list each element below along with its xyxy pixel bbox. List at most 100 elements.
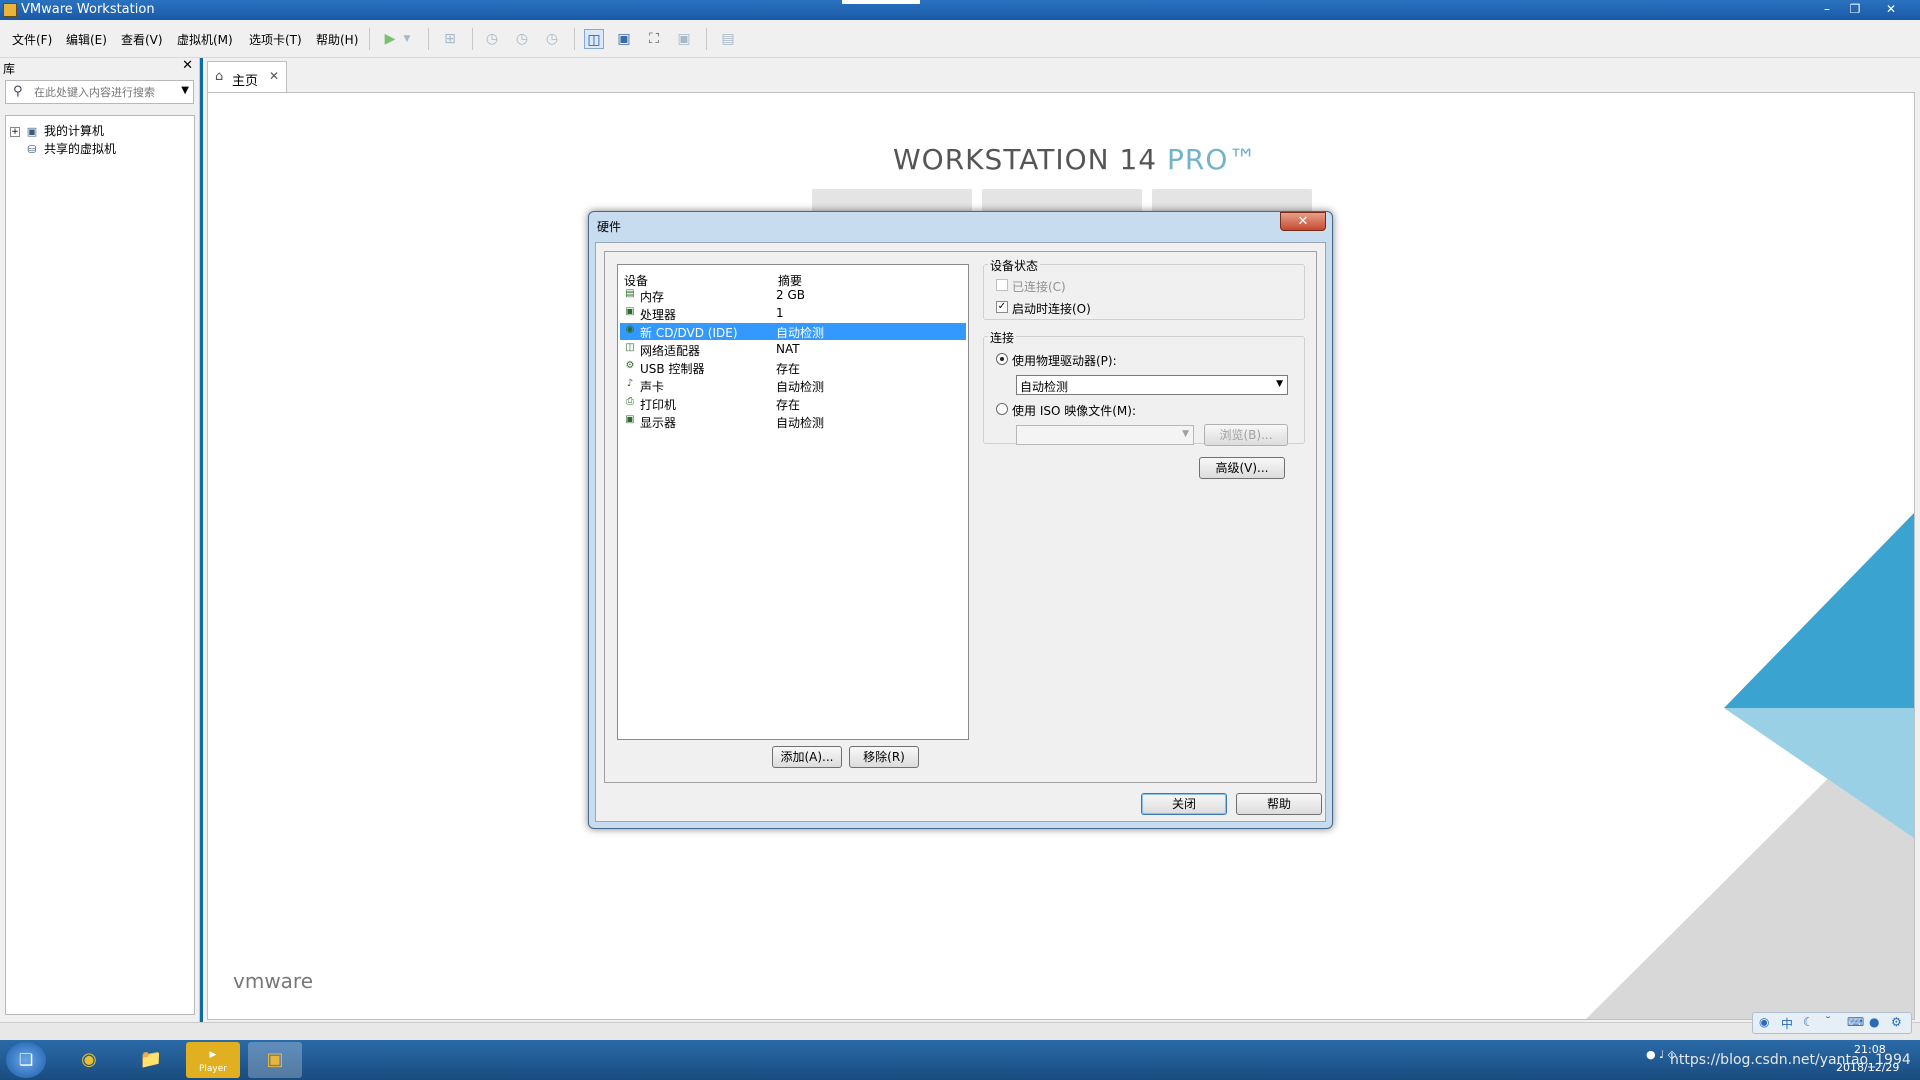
power-on-icon[interactable]: ▶ (380, 29, 400, 49)
toolbar-separator (706, 28, 707, 50)
library-search-input[interactable] (34, 84, 174, 100)
clock-time[interactable]: 21:08 (1854, 1043, 1886, 1056)
minimize-icon[interactable]: – (1816, 1, 1838, 17)
device-row[interactable]: ▤ 内存 2 GB (620, 287, 966, 304)
ime-toolbar: ◉ 中 ☾ ˘ ⌨ ● ⚙ (1752, 1012, 1912, 1034)
window-title: VMware Workstation (21, 2, 155, 17)
tree-item-my-computer[interactable]: + ▣ 我的计算机 (10, 122, 104, 140)
thumbnail-bar-icon[interactable]: ▣ (614, 29, 634, 49)
taskbar: ❏ ◉ 📁 ▶ Player ▣ ● ♩ ◇ https://blog.csdn.… (0, 1040, 1920, 1080)
tree-item-label: 我的计算机 (44, 124, 105, 138)
device-name: USB 控制器 (640, 362, 705, 376)
menu-edit[interactable]: 编辑(E) (66, 31, 107, 48)
device-row[interactable]: ⎙ 打印机 存在 (620, 395, 966, 412)
menu-vm[interactable]: 虚拟机(M) (177, 31, 233, 48)
tab-home[interactable]: ⌂ 主页 ✕ (207, 61, 287, 92)
device-summary: 2 GB (776, 288, 805, 302)
memory-icon: ▤ (625, 288, 635, 299)
chrome-icon[interactable]: ◉ (62, 1042, 116, 1078)
add-device-button[interactable]: 添加(A)... (772, 746, 842, 768)
vmware-player-icon[interactable]: ▶ Player (186, 1042, 240, 1078)
ime-settings-icon[interactable]: ⚙ (1891, 1015, 1902, 1029)
browse-button[interactable]: 浏览(B)... (1204, 424, 1288, 446)
revert-snapshot-icon[interactable]: ◷ (512, 29, 532, 49)
console-view-icon[interactable]: ▤ (718, 29, 738, 49)
library-close-icon[interactable]: ✕ (182, 58, 193, 73)
tab-close-icon[interactable]: ✕ (269, 69, 279, 83)
device-name: 声卡 (640, 380, 665, 394)
ime-punct-icon[interactable]: ˘ (1825, 1015, 1831, 1029)
ime-mic-icon[interactable]: ● (1869, 1015, 1879, 1029)
status-bar (0, 1022, 1920, 1040)
menu-help[interactable]: 帮助(H) (316, 31, 358, 48)
library-panel: 库 ✕ ⚲ ▼ + ▣ 我的计算机 ⛁ 共享的虚拟机 (0, 58, 200, 1022)
help-button[interactable]: 帮助 (1236, 793, 1322, 815)
cd-dvd-icon: ◉ (625, 324, 635, 335)
ime-logo-icon[interactable]: ◉ (1759, 1015, 1769, 1029)
dialog-body: 设备 摘要 ▤ 内存 2 GB ▣ 处理器 1 ◉ 新 CD/DVD (IDE) 自动检测 ◫ 网络… (595, 242, 1326, 822)
fullscreen-icon[interactable]: ⛶ (644, 29, 664, 49)
toolbar-separator (574, 28, 575, 50)
device-summary: 存在 (776, 362, 801, 376)
show-library-icon[interactable]: ◫ (584, 29, 604, 49)
dialog-close-button[interactable]: ✕ (1280, 212, 1326, 231)
device-row[interactable]: ◉ 新 CD/DVD (IDE) 自动检测 (620, 323, 966, 340)
device-row[interactable]: ⚙ USB 控制器 存在 (620, 359, 966, 376)
connection-title: 连接 (988, 329, 1017, 346)
device-row[interactable]: ▣ 显示器 自动检测 (620, 413, 966, 430)
ime-keyboard-icon[interactable]: ⌨ (1847, 1015, 1864, 1029)
snapshot-icon[interactable]: ◷ (482, 29, 502, 49)
menu-file[interactable]: 文件(F) (12, 31, 52, 48)
close-window-icon[interactable]: ✕ (1880, 1, 1902, 17)
physical-drive-radio[interactable] (996, 353, 1008, 365)
toolbar-separator (472, 28, 473, 50)
menu-tabs[interactable]: 选项卡(T) (249, 31, 302, 48)
expand-icon[interactable]: + (10, 126, 20, 137)
device-row[interactable]: ▣ 处理器 1 (620, 305, 966, 322)
device-row[interactable]: ♪ 声卡 自动检测 (620, 377, 966, 394)
vmware-workstation-icon[interactable]: ▣ (248, 1042, 302, 1078)
iso-image-label: 使用 ISO 映像文件(M): (1012, 404, 1136, 418)
device-name: 新 CD/DVD (IDE) (640, 326, 738, 340)
search-dropdown-icon[interactable]: ▼ (181, 85, 189, 96)
device-status-title: 设备状态 (988, 257, 1041, 274)
library-search: ⚲ ▼ (5, 80, 194, 104)
iso-image-radio[interactable] (996, 403, 1008, 415)
power-dropdown-icon[interactable]: ▼ (400, 29, 414, 49)
restore-icon[interactable]: ❐ (1844, 1, 1866, 17)
player-label: Player (198, 1064, 227, 1074)
iso-path-combobox[interactable]: ▼ (1016, 425, 1194, 445)
decorative-triangle (1724, 708, 1914, 838)
snapshot-manager-icon[interactable]: ◷ (542, 29, 562, 49)
ime-moon-icon[interactable]: ☾ (1803, 1015, 1814, 1029)
device-summary: 自动检测 (776, 380, 825, 394)
physical-drive-select[interactable]: 自动检测 ▼ (1016, 375, 1288, 395)
tree-item-shared-vms[interactable]: ⛁ 共享的虚拟机 (24, 140, 116, 158)
library-header: 库 (3, 62, 16, 76)
connected-label: 已连接(C) (1012, 280, 1066, 294)
device-summary: 存在 (776, 398, 801, 412)
dialog-title: 硬件 (597, 220, 622, 234)
unity-icon[interactable]: ▣ (674, 29, 694, 49)
advanced-button[interactable]: 高级(V)... (1199, 457, 1285, 479)
chevron-down-icon: ▼ (1276, 379, 1283, 389)
connected-checkbox[interactable] (996, 279, 1008, 291)
remove-device-button[interactable]: 移除(R) (849, 746, 919, 768)
connect-at-power-on-checkbox[interactable]: ✓ (996, 301, 1008, 313)
send-ctrl-alt-del-icon[interactable]: ⊞ (440, 29, 460, 49)
ime-lang[interactable]: 中 (1781, 1015, 1793, 1032)
device-list-header: 设备 摘要 (618, 265, 968, 288)
device-list: 设备 摘要 ▤ 内存 2 GB ▣ 处理器 1 ◉ 新 CD/DVD (IDE) 自动检测 ◫ 网络… (617, 264, 969, 740)
toolbar-separator (369, 28, 370, 50)
close-button[interactable]: 关闭 (1141, 793, 1227, 815)
decorative-triangle (1724, 513, 1914, 708)
connection-group: 连接 使用物理驱动器(P): 自动检测 ▼ 使用 ISO 映像文件(M): ▼ … (983, 329, 1305, 446)
menu-view[interactable]: 查看(V) (121, 31, 163, 48)
search-icon: ⚲ (13, 84, 23, 99)
file-explorer-icon[interactable]: 📁 (124, 1042, 178, 1078)
start-orb-icon[interactable]: ❏ (6, 1042, 46, 1078)
chevron-down-icon: ▼ (1182, 429, 1189, 439)
device-row[interactable]: ◫ 网络适配器 NAT (620, 341, 966, 358)
clock-date[interactable]: 2018/12/29 (1836, 1061, 1899, 1074)
connect-at-power-on-label: 启动时连接(O) (1012, 302, 1091, 316)
